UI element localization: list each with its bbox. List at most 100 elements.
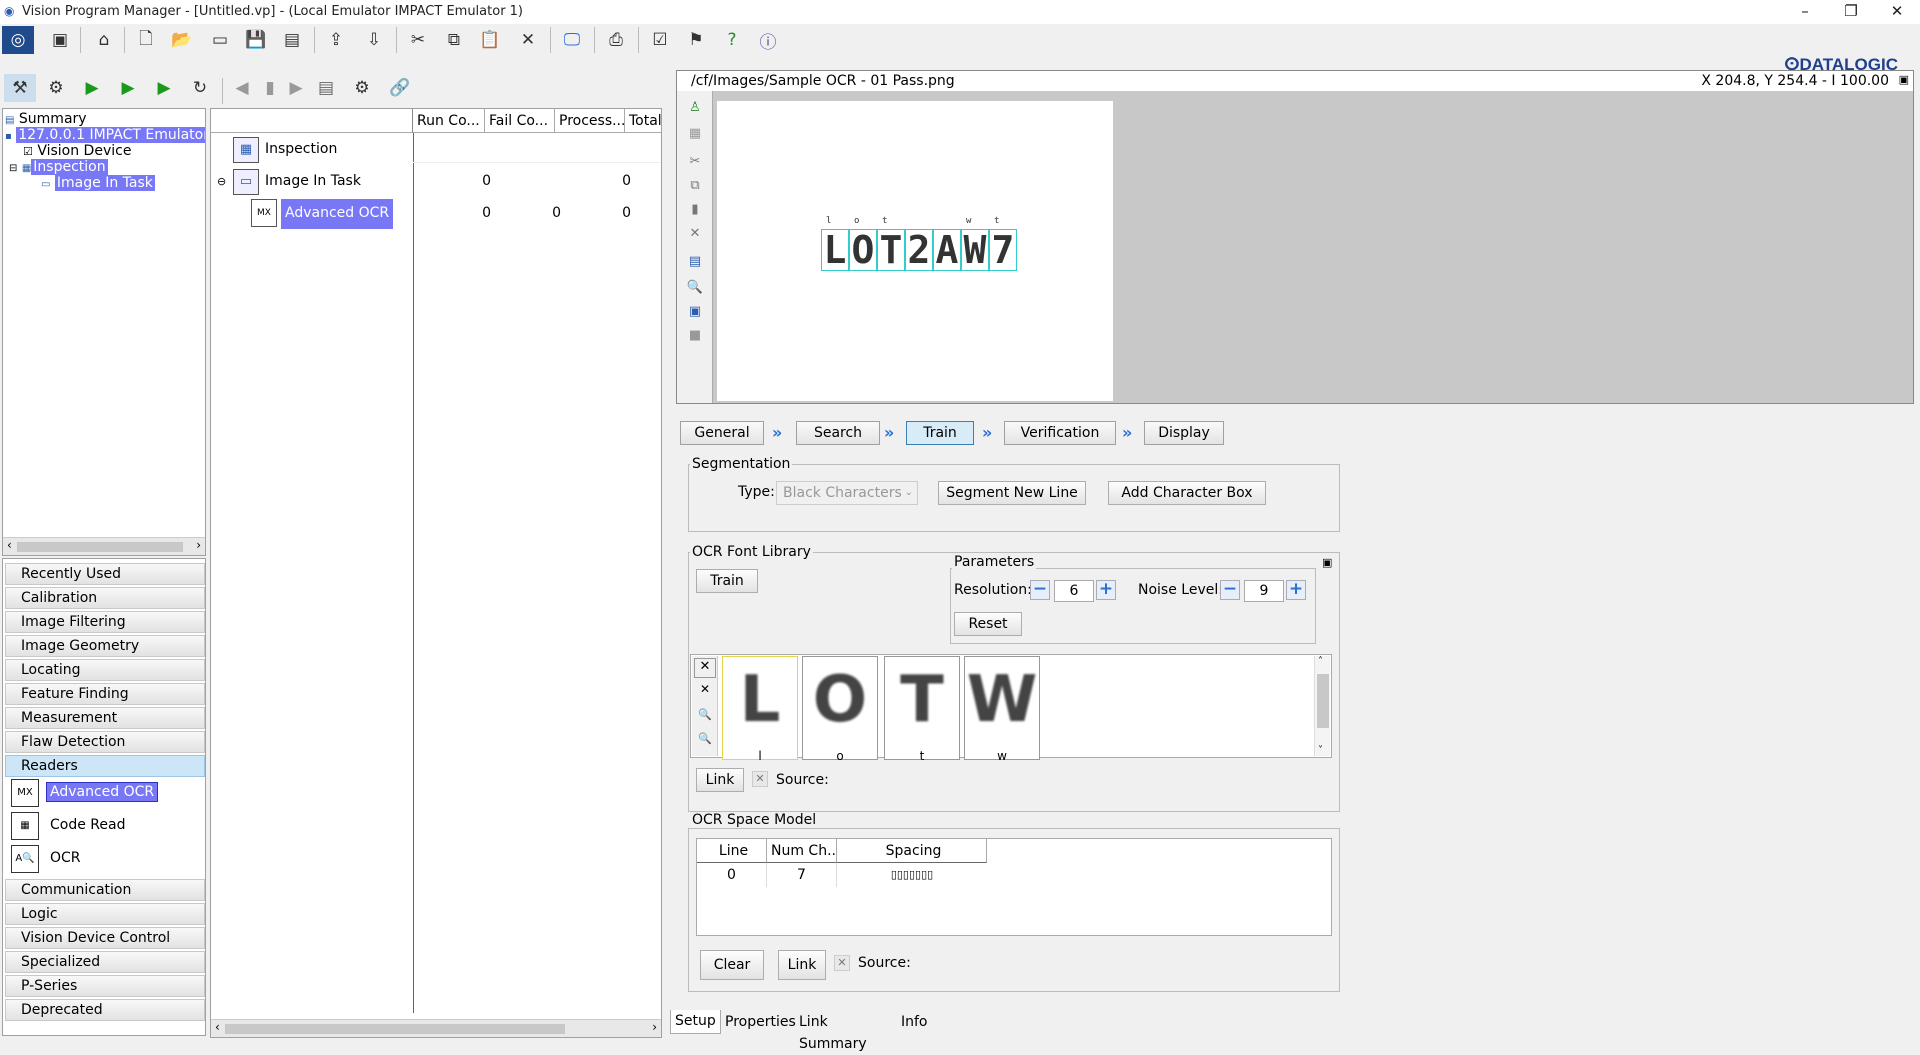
wizard-tab-search[interactable]: Search (796, 421, 880, 445)
ocr-char-box[interactable]: 7t (989, 216, 1017, 272)
image-stack-icon[interactable]: ▤ (312, 74, 340, 102)
print-icon[interactable]: ⎙ (602, 26, 630, 54)
num-chars-column-header[interactable]: Num Ch... (767, 839, 837, 863)
strip-scrollbar[interactable]: ˄ ˅ (1314, 656, 1330, 756)
device-icon[interactable]: ◎ (2, 26, 34, 54)
space-link-button[interactable]: Link (778, 950, 826, 980)
reset-button[interactable]: Reset (954, 612, 1022, 636)
resolution-input[interactable]: 6 (1054, 580, 1094, 602)
category-deprecated[interactable]: Deprecated (5, 999, 205, 1021)
camera-settings-icon[interactable]: ⚙ (348, 74, 376, 102)
paste-icon[interactable]: 📋 (476, 26, 504, 54)
ocr-char-box[interactable]: Ll (821, 216, 849, 272)
run-icon[interactable]: ▶ (78, 74, 106, 102)
spacing-column-header[interactable]: Spacing (837, 839, 987, 863)
resolution-increase-button[interactable]: + (1096, 580, 1116, 600)
ocr-char-box[interactable]: Oo (849, 216, 877, 272)
tab-info[interactable]: Info (896, 1010, 933, 1034)
category-feature-finding[interactable]: Feature Finding (5, 683, 205, 705)
next-icon[interactable]: ▶ (282, 74, 310, 102)
about-icon[interactable]: ⓘ (754, 26, 782, 54)
ocr-char-box[interactable]: Tt (877, 216, 905, 272)
clear-button[interactable]: Clear (700, 950, 764, 980)
space-source-checkbox[interactable]: ✕ (834, 955, 850, 971)
noise-decrease-button[interactable]: − (1220, 580, 1240, 600)
tool-code-read[interactable]: ▦ Code Read (9, 810, 209, 842)
process-header[interactable]: Process... (555, 109, 625, 133)
category-recently-used[interactable]: Recently Used (5, 563, 205, 585)
new-file-icon[interactable]: 🗋 (132, 26, 160, 54)
num-chars-cell[interactable]: 7 (767, 863, 837, 887)
loop-icon[interactable]: ↻ (186, 74, 214, 102)
settings-icon[interactable]: ⚙ (42, 74, 70, 102)
stop-icon[interactable]: ▣ (46, 26, 74, 54)
category-specialized[interactable]: Specialized (5, 951, 205, 973)
delete-icon[interactable]: ✕ (681, 219, 709, 247)
segment-new-line-button[interactable]: Segment New Line (938, 481, 1086, 505)
pin-icon[interactable]: ▣ (1322, 556, 1332, 569)
category-calibration[interactable]: Calibration (5, 587, 205, 609)
link-icon[interactable]: 🔗 (386, 74, 414, 102)
train-button[interactable]: Train (696, 569, 758, 593)
category-image-geometry[interactable]: Image Geometry (5, 635, 205, 657)
cut-icon[interactable]: ✂ (404, 26, 432, 54)
fail-count-header[interactable]: Fail Co... (485, 109, 555, 133)
line-cell[interactable]: 0 (697, 863, 767, 887)
ocr-char-box[interactable]: A (933, 228, 961, 272)
home-icon[interactable]: ⌂ (90, 26, 118, 54)
pin-icon[interactable]: ▣ (1899, 73, 1909, 86)
ocr-char-box[interactable]: Ww (961, 216, 989, 272)
minimize-button[interactable]: – (1782, 0, 1828, 24)
help-icon[interactable]: ? (718, 26, 746, 54)
square-icon[interactable]: ■ (681, 321, 709, 349)
close-button[interactable]: ✕ (1874, 0, 1920, 24)
type-select[interactable]: Black Characters ⌄ (776, 481, 918, 505)
wizard-tab-train[interactable]: Train (906, 421, 974, 445)
tree-scrollbar[interactable]: ‹ › (3, 537, 205, 555)
download-icon[interactable]: ⇩ (360, 26, 388, 54)
tab-link-summary[interactable]: Link Summary (794, 1010, 872, 1052)
ocr-char-box[interactable]: 2 (905, 228, 933, 272)
tree-image-in-task[interactable]: ▭ Image In Task (41, 175, 155, 193)
remove-selected-icon[interactable]: ✕ (694, 682, 716, 702)
image-viewer[interactable]: /cf/Images/Sample OCR - 01 Pass.png X 20… (676, 70, 1914, 404)
zoom-in-icon[interactable]: 🔍 (694, 708, 716, 728)
wizard-tab-verification[interactable]: Verification (1004, 421, 1116, 445)
noise-level-input[interactable]: 9 (1244, 580, 1284, 602)
tree-vision-device[interactable]: ☑ Vision Device (23, 143, 131, 160)
copy-icon[interactable]: ⧉ (440, 26, 468, 54)
wizard-tab-display[interactable]: Display (1144, 421, 1224, 445)
total-header[interactable]: Total (625, 109, 661, 133)
step-icon[interactable]: ▶ (150, 74, 178, 102)
font-char-w[interactable]: W w (964, 656, 1040, 763)
monitor-icon[interactable]: 🖵 (558, 26, 586, 54)
noise-increase-button[interactable]: + (1286, 580, 1306, 600)
checklist-icon[interactable]: ☑ (646, 26, 674, 54)
resolution-decrease-button[interactable]: − (1030, 580, 1050, 600)
restore-button[interactable]: ❐ (1828, 0, 1874, 24)
run-count-header[interactable]: Run Co... (413, 109, 485, 133)
tab-setup[interactable]: Setup (670, 1010, 721, 1034)
layers-icon[interactable]: ▤ (681, 247, 709, 275)
category-p-series[interactable]: P-Series (5, 975, 205, 997)
add-character-box-button[interactable]: Add Character Box (1108, 481, 1266, 505)
zoom-out-icon[interactable]: 🔍 (694, 732, 716, 752)
collapse-icon[interactable]: ⊖ (217, 175, 226, 188)
upload-icon[interactable]: ⇪ (322, 26, 350, 54)
prev-icon[interactable]: ◀ (228, 74, 256, 102)
pause-icon[interactable]: ▮ (256, 74, 284, 102)
tab-properties[interactable]: Properties (720, 1010, 801, 1034)
category-flaw-detection[interactable]: Flaw Detection (5, 731, 205, 753)
folder-icon[interactable]: ▭ (206, 26, 234, 54)
tool-advanced-ocr[interactable]: MX Advanced OCR (9, 777, 209, 809)
source-checkbox[interactable]: ✕ (752, 771, 768, 787)
inspected-image[interactable]: LlOoTt2AWw7t (717, 101, 1113, 401)
save-all-icon[interactable]: ▤ (278, 26, 306, 54)
category-image-filtering[interactable]: Image Filtering (5, 611, 205, 633)
category-readers[interactable]: Readers (5, 755, 205, 777)
font-char-o[interactable]: O o (802, 656, 878, 763)
spacing-cell[interactable]: ▯▯▯▯▯▯▯ (837, 863, 987, 887)
tool-ocr[interactable]: A🔍 OCR (9, 843, 209, 875)
run-once-icon[interactable]: ▶ (114, 74, 142, 102)
grid-icon[interactable]: ▦ (681, 119, 709, 147)
